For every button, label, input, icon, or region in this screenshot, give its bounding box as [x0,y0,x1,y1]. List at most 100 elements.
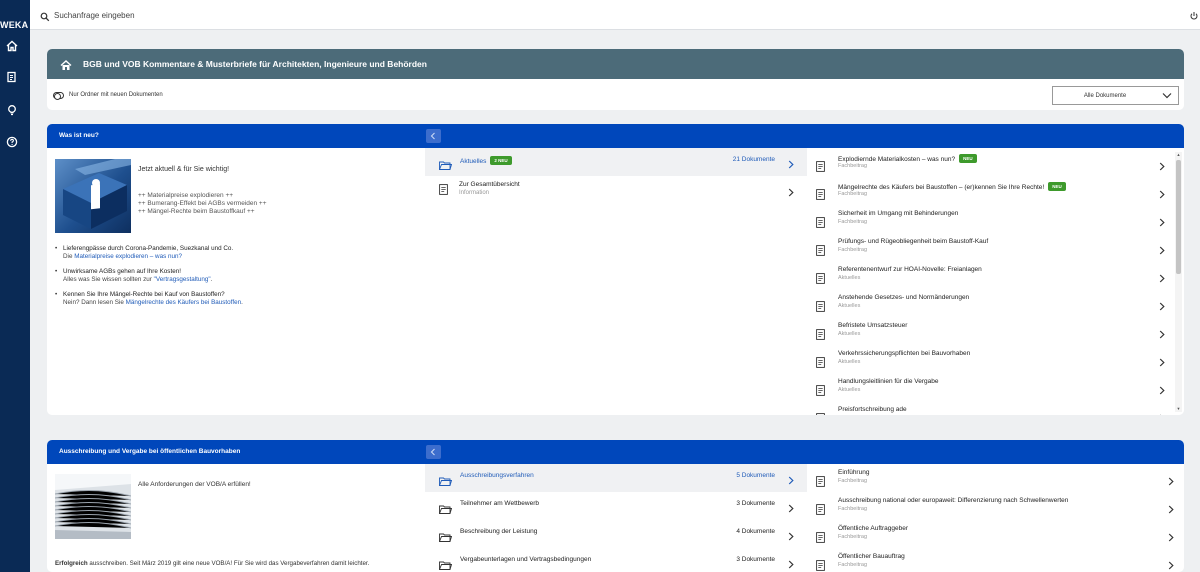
document-row[interactable]: Öffentlicher Bauauftrag Fachbeitrag [810,551,1184,572]
document-type: Aktuelles [838,275,861,281]
chevron-right-icon [788,156,794,174]
intro-line: ++ Bumerang-Effekt bei AGBs vermeiden ++ [138,200,267,207]
chevron-right-icon [788,556,794,572]
chevron-right-icon [1168,501,1174,519]
document-row[interactable]: Mängelrechte des Käufers bei Baustoffen … [810,180,1184,208]
document-row[interactable]: Öffentliche Auftraggeber Fachbeitrag [810,523,1184,551]
document-list-scrollbar[interactable]: ▲ ▼ [1175,152,1182,412]
document-title: Handlungsleitlinien für die Vergabe [838,378,939,385]
document-title: Prüfungs- und Rügeobliegenheit beim Baus… [838,238,989,245]
article-link[interactable]: Materialpreise explodieren – was nun? [74,253,182,260]
document-icon [816,355,825,373]
chevron-right-icon [1159,354,1165,372]
folder-row[interactable]: Vergabeunterlagen und Vertragsbedingunge… [425,548,807,572]
help-icon[interactable] [6,136,20,150]
article-link[interactable]: Mängelrechte des Käufers bei Baustoffen [126,299,241,306]
chevron-right-icon [788,472,794,490]
document-row[interactable]: Ausschreibung national oder europaweit: … [810,495,1184,523]
intro-line: ++ Materialpreise explodieren ++ [138,192,234,199]
folder-name: Aktuelles [460,158,487,165]
document-icon [816,327,825,345]
document-count: 3 Dokumente [736,500,775,507]
new-documents-toggle[interactable] [53,92,64,100]
document-icon [439,182,448,200]
section-header: Was ist neu? [47,124,1184,148]
folder-label: Teilnehmer am Wettbewerb [460,500,539,507]
search-input[interactable] [54,7,454,23]
intro-heading: Jetzt aktuell & für Sie wichtig! [138,166,230,173]
chevron-right-icon [1168,529,1174,547]
folder-row[interactable]: Beschreibung der Leistung 4 Dokumente [425,520,807,548]
toggle-label: Nur Ordner mit neuen Dokumenten [69,92,163,98]
document-icon [816,159,825,177]
folder-icon [439,529,453,547]
logout-icon[interactable] [1190,8,1200,20]
lightbulb-icon[interactable] [6,104,20,118]
bullet-prefix: Alles was Sie wissen sollten zur [63,276,154,283]
document-row[interactable]: Befristete Umsatzsteuer Aktuelles [810,320,1184,348]
document-type: Fachbeitrag [838,478,868,484]
document-icon [816,299,825,317]
bullet-prefix: Nein? Dann lesen Sie [63,299,126,306]
bullet-heading: Kennen Sie Ihre Mängel-Rechte bei Kauf v… [63,291,225,298]
document-row[interactable]: Preisfortschreibung ade Aktuelles [810,404,1184,415]
folder-list: Aktuelles 2 NEU 21 Dokumente Zur Gesamtüb… [425,148,807,415]
info-image [55,159,131,233]
intro-line: ++ Mängel-Rechte beim Baustoffkauf ++ [138,208,255,215]
document-title-text: Explodiernde Materialkosten – was nun? [838,156,956,163]
document-icon [816,411,825,415]
folder-row[interactable]: Teilnehmer am Wettbewerb 3 Dokumente [425,492,807,520]
folder-row[interactable]: Ausschreibungsverfahren 5 Dokumente [425,464,807,492]
weka-logo: WEKA [0,20,29,30]
document-title: Befristete Umsatzsteuer [838,322,908,329]
document-row[interactable]: Anstehende Gesetzes- und Normänderungen … [810,292,1184,320]
bullet-text: Nein? Dann lesen Sie Mängelrechte des Kä… [63,299,243,307]
chevron-right-icon [788,184,794,202]
document-type: Fachbeitrag [838,562,868,568]
product-header-band: BGB und VOB Kommentare & Musterbriefe fü… [47,49,1184,79]
back-button[interactable] [426,129,441,143]
chevron-right-icon [1168,557,1174,572]
article-link[interactable]: "Vertragsgestaltung" [154,276,211,283]
section-header: Ausschreibung und Vergabe bei öffentlich… [47,440,1184,464]
search-icon[interactable] [40,9,50,22]
chevron-right-icon [1159,242,1165,260]
folder-row-aktuelles[interactable]: Aktuelles 2 NEU 21 Dokumente [425,148,807,176]
scroll-up-icon[interactable]: ▲ [1176,153,1181,157]
home-icon[interactable] [6,40,20,54]
new-badge: 2 NEU [490,156,512,165]
document-count: 3 Dokumente [736,556,775,563]
chevron-right-icon [1168,473,1174,491]
document-row[interactable]: Einführung Fachbeitrag [810,467,1184,495]
sidebar-nav: WEKA [0,0,30,572]
back-button[interactable] [426,445,441,459]
scroll-down-icon[interactable]: ▼ [1176,407,1181,411]
document-filter-select[interactable]: Alle Dokumente [1052,86,1179,105]
description-text: ausschreiben. Seit März 2019 gilt eine n… [87,560,370,567]
news-bullet: Unwirksame AGBs gehen auf Ihre Kosten! A… [55,268,243,284]
home-icon[interactable] [60,58,72,76]
section-description: Erfolgreich ausschreiben. Seit März 2019… [55,560,369,567]
folder-label: Vergabeunterlagen und Vertragsbedingunge… [460,556,592,563]
paper-stack-image [55,474,131,539]
document-row[interactable]: Handlungsleitlinien für die Vergabe Aktu… [810,376,1184,404]
section-title: Ausschreibung und Vergabe bei öffentlich… [59,448,241,455]
document-type: Aktuelles [838,303,861,309]
section-whats-new: Was ist neu? Jetzt aktuell & für Sie wic… [47,124,1184,415]
document-title: Explodiernde Materialkosten – was nun? NE… [838,154,977,163]
document-row[interactable]: Explodiernde Materialkosten – was nun? NE… [810,152,1184,180]
document-row[interactable]: Prüfungs- und Rügeobliegenheit beim Baus… [810,236,1184,264]
document-icon[interactable] [6,71,20,85]
document-type: Fachbeitrag [838,219,868,225]
document-row[interactable]: Verkehrssicherungspflichten bei Bauvorha… [810,348,1184,376]
document-row[interactable]: Referentenentwurf zur HOAI-Novelle: Frei… [810,264,1184,292]
document-title: Öffentliche Auftraggeber [838,525,908,532]
document-title: Ausschreibung national oder europaweit: … [838,497,1069,504]
news-bullet: Lieferengpässe durch Corona-Pandemie, Su… [55,245,243,261]
document-list: Explodiernde Materialkosten – was nun? NE… [810,148,1184,415]
overview-row[interactable]: Zur Gesamtübersicht Information [425,176,807,204]
chevron-right-icon [1159,326,1165,344]
scrollbar-thumb[interactable] [1176,160,1181,274]
bullet-text: Die Materialpreise explodieren – was nun… [63,253,243,261]
document-row[interactable]: Sicherheit im Umgang mit Behinderungen F… [810,208,1184,236]
